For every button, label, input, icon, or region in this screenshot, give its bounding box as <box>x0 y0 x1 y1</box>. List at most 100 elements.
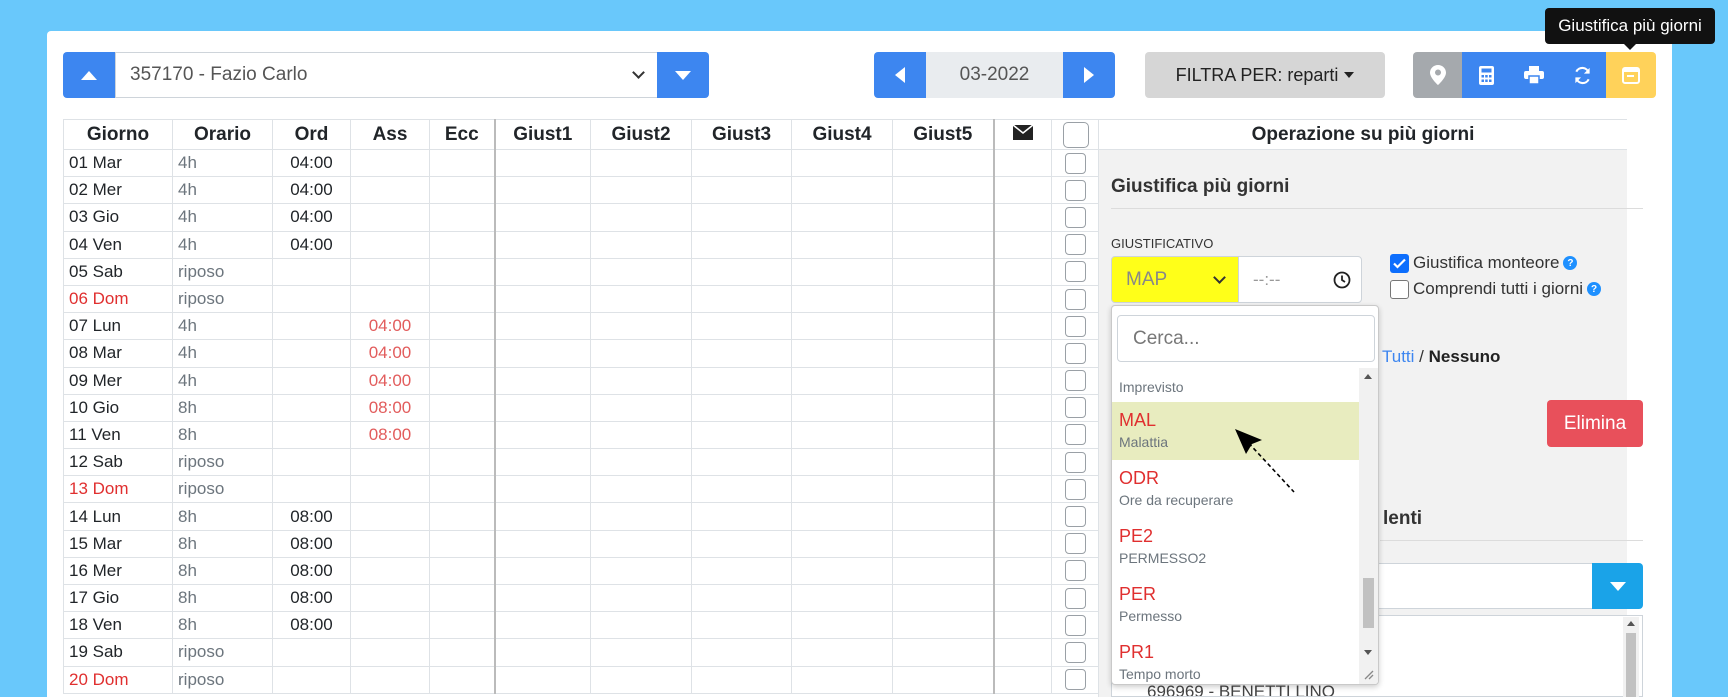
dropdown-scrollbar[interactable] <box>1359 368 1378 684</box>
row-checkbox[interactable] <box>1065 533 1086 555</box>
scroll-down-icon[interactable] <box>1364 650 1372 655</box>
table-row[interactable]: 09 Mer 4h 04:00 <box>63 366 1099 395</box>
row-checkbox[interactable] <box>1065 206 1086 228</box>
cell-giorno: 08 Mar <box>63 339 173 368</box>
cell-orario: riposo <box>172 284 273 314</box>
row-checkbox[interactable] <box>1065 315 1086 337</box>
prev-period-button[interactable] <box>874 52 926 98</box>
print-button[interactable] <box>1510 52 1558 98</box>
table-row[interactable]: 06 Dom riposo <box>63 284 1099 314</box>
table-row[interactable]: 02 Mer 4h 04:00 <box>63 176 1099 205</box>
cell-ass <box>350 448 430 477</box>
time-input[interactable]: --:-- <box>1238 256 1362 303</box>
row-checkbox[interactable] <box>1065 641 1086 663</box>
next-period-button[interactable] <box>1063 52 1115 98</box>
check-monteore[interactable]: Giustifica monteore ? <box>1390 253 1578 273</box>
check-tutti-box[interactable] <box>1390 279 1409 299</box>
next-employee-button[interactable] <box>657 52 709 98</box>
cell-giust3 <box>691 203 792 232</box>
period-display[interactable]: 03-2022 <box>926 52 1063 98</box>
calendar-icon <box>1622 67 1640 84</box>
row-checkbox[interactable] <box>1065 179 1086 201</box>
cell-giust5 <box>892 529 994 558</box>
scroll-up-icon[interactable] <box>1627 621 1635 626</box>
row-checkbox[interactable] <box>1065 342 1086 364</box>
table-row[interactable]: 08 Mar 4h 04:00 <box>63 339 1099 368</box>
row-checkbox[interactable] <box>1065 288 1086 310</box>
cell-giust2 <box>590 420 692 450</box>
check-monteore-box[interactable] <box>1390 253 1409 273</box>
row-checkbox[interactable] <box>1065 614 1086 636</box>
table-row[interactable]: 04 Ven 4h 04:00 <box>63 230 1099 259</box>
section2-select[interactable] <box>1370 563 1592 609</box>
employee-select[interactable]: 357170 - Fazio Carlo <box>115 52 658 98</box>
table-row[interactable]: 07 Lun 4h 04:00 <box>63 312 1099 341</box>
table-row[interactable]: 18 Ven 8h 08:00 <box>63 611 1099 640</box>
header-message[interactable] <box>992 119 1052 150</box>
table-row[interactable]: 14 Lun 8h 08:00 <box>63 502 1099 531</box>
table-row[interactable]: 17 Gio 8h 08:00 <box>63 583 1099 613</box>
row-checkbox[interactable] <box>1065 478 1086 500</box>
row-checkbox[interactable] <box>1065 261 1086 283</box>
dropdown-item[interactable]: PER Permesso <box>1112 576 1359 634</box>
table-row[interactable]: 01 Mar 4h 04:00 <box>63 148 1099 178</box>
elimina-button[interactable]: Elimina <box>1547 400 1643 447</box>
table-row[interactable]: 10 Gio 8h 08:00 <box>63 393 1099 422</box>
listbox-scrollbar[interactable] <box>1623 617 1639 697</box>
cell-message <box>992 339 1052 368</box>
scrollbar-thumb[interactable] <box>1363 578 1374 628</box>
resize-grip-icon[interactable] <box>1362 668 1374 680</box>
select-all-checkbox[interactable] <box>1063 122 1089 148</box>
cell-giust2 <box>590 638 692 667</box>
cell-ecc <box>429 556 495 586</box>
cell-message <box>992 393 1052 422</box>
select-all-link[interactable]: Tutti <box>1382 347 1414 366</box>
location-button[interactable] <box>1413 52 1462 98</box>
table-row[interactable]: 11 Ven 8h 08:00 <box>63 420 1099 450</box>
row-checkbox[interactable] <box>1065 506 1086 528</box>
scrollbar-thumb[interactable] <box>1626 633 1636 697</box>
cell-ord <box>272 475 351 504</box>
filter-dropdown-button[interactable]: FILTRA PER: reparti <box>1145 52 1385 98</box>
row-checkbox[interactable] <box>1065 669 1086 691</box>
prev-employee-button[interactable] <box>63 52 115 98</box>
row-checkbox[interactable] <box>1065 397 1086 419</box>
section2-dropdown-button[interactable] <box>1592 563 1643 609</box>
table-row[interactable]: 15 Mar 8h 08:00 <box>63 529 1099 558</box>
row-checkbox[interactable] <box>1065 234 1086 256</box>
table-row[interactable]: 05 Sab riposo <box>63 257 1099 286</box>
table-row[interactable]: 12 Sab riposo <box>63 448 1099 477</box>
table-row[interactable]: 13 Dom riposo <box>63 475 1099 504</box>
cell-giust2 <box>590 257 692 286</box>
cell-orario: 8h <box>172 583 273 613</box>
table-row[interactable]: 19 Sab riposo <box>63 638 1099 667</box>
row-checkbox[interactable] <box>1065 451 1086 473</box>
dropdown-search-input[interactable]: Cerca... <box>1117 315 1375 362</box>
dropdown-item[interactable]: PR1 Tempo morto <box>1112 634 1359 682</box>
select-none-link[interactable]: Nessuno <box>1429 347 1501 366</box>
help-icon[interactable]: ? <box>1563 256 1578 270</box>
table-row[interactable]: 16 Mer 8h 08:00 <box>63 556 1099 586</box>
refresh-button[interactable] <box>1558 52 1606 98</box>
cell-giust2 <box>590 611 692 640</box>
check-tutti-giorni[interactable]: Comprendi tutti i giorni ? <box>1390 279 1602 299</box>
cell-giust1 <box>493 611 591 640</box>
table-row[interactable]: 03 Gio 4h 04:00 <box>63 203 1099 232</box>
calculator-button[interactable] <box>1462 52 1510 98</box>
row-checkbox[interactable] <box>1065 587 1086 609</box>
row-checkbox[interactable] <box>1065 152 1086 174</box>
giustifica-piu-giorni-button[interactable] <box>1606 52 1656 98</box>
table-row[interactable]: 20 Dom riposo <box>63 665 1099 694</box>
cell-message <box>992 176 1052 205</box>
cell-giust4 <box>791 284 893 314</box>
row-checkbox[interactable] <box>1065 370 1086 392</box>
scroll-up-icon[interactable] <box>1364 374 1372 379</box>
row-checkbox[interactable] <box>1065 560 1086 582</box>
dropdown-item-code: PR1 <box>1119 642 1155 662</box>
cell-giorno: 11 Ven <box>63 420 173 450</box>
dropdown-item[interactable]: PE2 PERMESSO2 <box>1112 518 1359 576</box>
giustificativo-select[interactable]: MAP <box>1111 256 1239 303</box>
dropdown-item-partial[interactable]: Imprevisto <box>1119 379 1184 395</box>
help-icon[interactable]: ? <box>1587 282 1602 296</box>
row-checkbox[interactable] <box>1065 424 1086 446</box>
